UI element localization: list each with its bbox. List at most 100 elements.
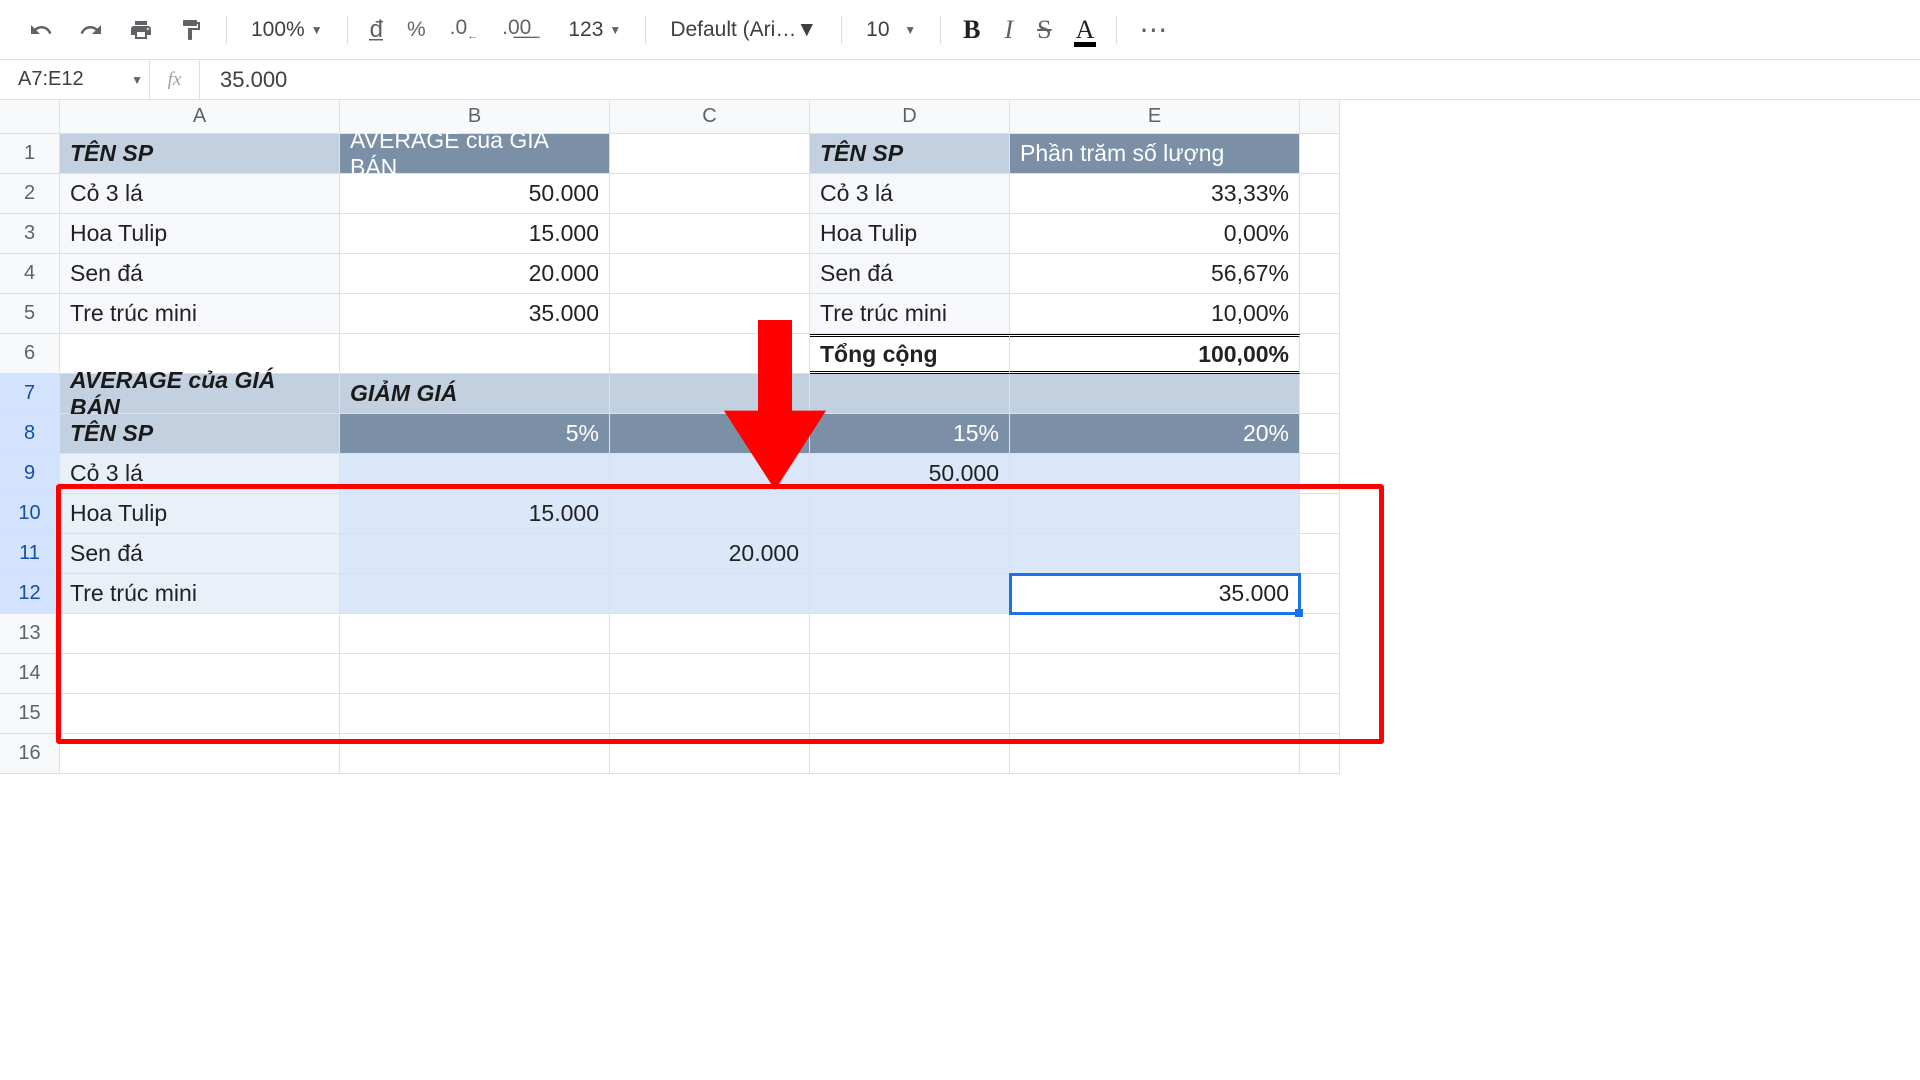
cell-b4[interactable]: 20.000 [340,254,610,294]
cell-e7[interactable] [1010,374,1300,414]
cell-d7[interactable] [810,374,1010,414]
cell-b13[interactable] [340,614,610,654]
cell-b16[interactable] [340,734,610,774]
cell-c12[interactable] [610,574,810,614]
cell-c6[interactable] [610,334,810,374]
cell-e14[interactable] [1010,654,1300,694]
col-header-d[interactable]: D [810,100,1010,134]
format-percent-button[interactable]: % [399,18,434,42]
cell-b2[interactable]: 50.000 [340,174,610,214]
cell-c4[interactable] [610,254,810,294]
cell-a10[interactable]: Hoa Tulip [60,494,340,534]
cell-a13[interactable] [60,614,340,654]
cell-e4[interactable]: 56,67% [1010,254,1300,294]
cell-b15[interactable] [340,694,610,734]
cell-b10[interactable]: 15.000 [340,494,610,534]
cell-d3[interactable]: Hoa Tulip [810,214,1010,254]
cell-e5[interactable]: 10,00% [1010,294,1300,334]
row-header-2[interactable]: 2 [0,174,60,214]
row-header-5[interactable]: 5 [0,294,60,334]
cell-e10[interactable] [1010,494,1300,534]
cell-c14[interactable] [610,654,810,694]
cell-c5[interactable] [610,294,810,334]
cell-f16[interactable] [1300,734,1340,774]
cell-c13[interactable] [610,614,810,654]
cell-f8[interactable] [1300,414,1340,454]
cell-e9[interactable] [1010,454,1300,494]
paint-format-button[interactable] [170,9,212,51]
cell-e13[interactable] [1010,614,1300,654]
cell-e15[interactable] [1010,694,1300,734]
cell-d14[interactable] [810,654,1010,694]
cell-c15[interactable] [610,694,810,734]
col-header-c[interactable]: C [610,100,810,134]
spreadsheet-grid[interactable]: A B C D E 1 TÊN SP AVERAGE của GIÁ BÁN T… [0,100,1920,774]
strikethrough-button[interactable]: S [1029,15,1059,45]
cell-f5[interactable] [1300,294,1340,334]
cell-d4[interactable]: Sen đá [810,254,1010,294]
print-button[interactable] [120,9,162,51]
cell-f13[interactable] [1300,614,1340,654]
cell-b14[interactable] [340,654,610,694]
cell-e11[interactable] [1010,534,1300,574]
cell-c10[interactable] [610,494,810,534]
cell-a5[interactable]: Tre trúc mini [60,294,340,334]
cell-b11[interactable] [340,534,610,574]
cell-c2[interactable] [610,174,810,214]
row-header-7[interactable]: 7 [0,374,60,414]
cell-e1[interactable]: Phần trăm số lượng [1010,134,1300,174]
name-box[interactable]: A7:E12▼ [0,60,150,99]
cell-f2[interactable] [1300,174,1340,214]
cell-f15[interactable] [1300,694,1340,734]
cell-b8[interactable]: 5% [340,414,610,454]
formula-input[interactable] [200,60,1920,99]
cell-c3[interactable] [610,214,810,254]
cell-f1[interactable] [1300,134,1340,174]
row-header-6[interactable]: 6 [0,334,60,374]
cell-d12[interactable] [810,574,1010,614]
cell-f3[interactable] [1300,214,1340,254]
cell-b12[interactable] [340,574,610,614]
cell-c9[interactable] [610,454,810,494]
row-header-15[interactable]: 15 [0,694,60,734]
text-color-button[interactable]: A [1068,15,1103,45]
cell-d8[interactable]: 15% [810,414,1010,454]
row-header-4[interactable]: 4 [0,254,60,294]
row-header-9[interactable]: 9 [0,454,60,494]
row-header-16[interactable]: 16 [0,734,60,774]
cell-d16[interactable] [810,734,1010,774]
font-dropdown[interactable]: Default (Ari…▼ [660,12,827,48]
number-format-dropdown[interactable]: 123▼ [558,12,631,48]
cell-c8[interactable]: 10% [610,414,810,454]
select-all-corner[interactable] [0,100,60,134]
cell-d5[interactable]: Tre trúc mini [810,294,1010,334]
cell-a14[interactable] [60,654,340,694]
cell-d1[interactable]: TÊN SP [810,134,1010,174]
cell-f14[interactable] [1300,654,1340,694]
cell-d10[interactable] [810,494,1010,534]
cell-f7[interactable] [1300,374,1340,414]
cell-b7[interactable]: GIẢM GIÁ [340,374,610,414]
cell-a16[interactable] [60,734,340,774]
cell-a12[interactable]: Tre trúc mini [60,574,340,614]
col-header-blank[interactable] [1300,100,1340,134]
cell-c16[interactable] [610,734,810,774]
format-currency-button[interactable]: đ̲ [362,16,391,44]
cell-f6[interactable] [1300,334,1340,374]
cell-a15[interactable] [60,694,340,734]
redo-button[interactable] [70,9,112,51]
row-header-12[interactable]: 12 [0,574,60,614]
cell-b6[interactable] [340,334,610,374]
increase-decimal-button[interactable]: .0̲0̲→ [494,16,550,42]
row-header-8[interactable]: 8 [0,414,60,454]
italic-button[interactable]: I [996,15,1021,45]
cell-f4[interactable] [1300,254,1340,294]
cell-a3[interactable]: Hoa Tulip [60,214,340,254]
cell-a8[interactable]: TÊN SP [60,414,340,454]
row-header-1[interactable]: 1 [0,134,60,174]
row-header-3[interactable]: 3 [0,214,60,254]
cell-e16[interactable] [1010,734,1300,774]
cell-f9[interactable] [1300,454,1340,494]
cell-a4[interactable]: Sen đá [60,254,340,294]
more-button[interactable]: ⋯ [1131,13,1177,46]
